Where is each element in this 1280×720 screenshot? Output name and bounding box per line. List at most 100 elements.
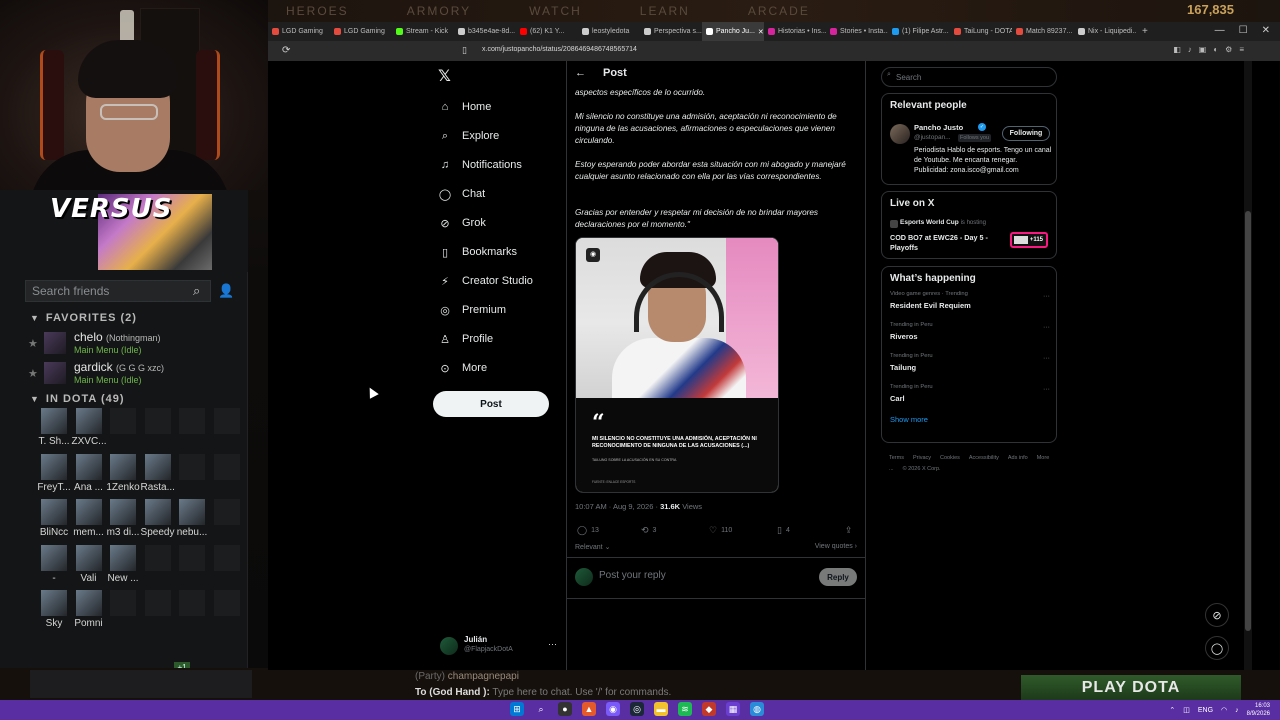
friend-grid-item[interactable] bbox=[210, 590, 244, 634]
volume-icon[interactable]: ♪ bbox=[1235, 707, 1239, 714]
friends-search-input[interactable]: Search friends bbox=[25, 280, 211, 302]
post-time[interactable]: 10:07 AM · Aug 9, 2026 · bbox=[575, 502, 658, 511]
live-host[interactable]: Esports World Cup is hosting bbox=[900, 219, 986, 226]
footer-link[interactable]: Privacy bbox=[913, 455, 931, 461]
friend-grid-item[interactable] bbox=[141, 545, 175, 589]
browser-tab[interactable]: (62) K1 Y... bbox=[516, 22, 578, 41]
extension-icon[interactable]: ♪ bbox=[1188, 45, 1192, 54]
in-dota-header[interactable]: ▼ IN DOTA (49) bbox=[30, 393, 125, 405]
wifi-icon[interactable]: ◠ bbox=[1221, 706, 1227, 714]
reply-button[interactable]: Reply bbox=[819, 568, 857, 586]
friend-grid-item[interactable] bbox=[210, 408, 244, 452]
browser-tab[interactable]: TaiLung - DOTA... bbox=[950, 22, 1012, 41]
share-action[interactable]: ⇪ bbox=[845, 525, 853, 536]
relevant-person-name[interactable]: Pancho Justo bbox=[914, 123, 963, 132]
messages-floating-button[interactable]: ◯ bbox=[1205, 636, 1229, 660]
friend-grid-item[interactable]: T. Sh... bbox=[37, 408, 71, 452]
menu-icon[interactable]: ≡ bbox=[1239, 45, 1244, 54]
app-grid-icon[interactable]: ▦ bbox=[726, 702, 740, 716]
browser-tab[interactable]: Nix - Liquipedi... bbox=[1074, 22, 1136, 41]
trend-item[interactable]: Video game genres · Trending Resident Evi… bbox=[890, 291, 1050, 319]
footer-link[interactable]: © 2026 X Corp. bbox=[903, 466, 941, 472]
play-dota-button[interactable]: PLAY DOTA bbox=[1021, 675, 1241, 700]
friend-grid-item[interactable]: mem... bbox=[72, 499, 106, 543]
friend-grid-item[interactable]: Ana ... bbox=[72, 454, 106, 498]
browser-tab[interactable]: leostyledota bbox=[578, 22, 640, 41]
extension-icon[interactable]: ⚙ bbox=[1225, 45, 1232, 54]
nav-item-more[interactable]: ⊙ More bbox=[438, 358, 487, 378]
nav-item-home[interactable]: ⌂ Home bbox=[438, 97, 492, 117]
sort-replies-dropdown[interactable]: Relevant ⌄ bbox=[575, 543, 610, 551]
nav-item-chat[interactable]: ◯ Chat bbox=[438, 184, 485, 204]
live-listeners-badge[interactable]: +115 bbox=[1010, 232, 1048, 248]
friend-grid-item[interactable] bbox=[141, 590, 175, 634]
chevron-up-icon[interactable]: ⌃ bbox=[1169, 706, 1175, 714]
brave-icon[interactable]: ▲ bbox=[582, 702, 596, 716]
browser-tab[interactable]: Stories • Insta... bbox=[826, 22, 888, 41]
app-icon[interactable]: ● bbox=[558, 702, 572, 716]
folder-icon[interactable]: ▬ bbox=[654, 702, 668, 716]
repost-action[interactable]: ⟲ 3 bbox=[641, 525, 656, 536]
friend-grid-item[interactable] bbox=[175, 590, 209, 634]
friend-grid-item[interactable]: nebu... bbox=[175, 499, 209, 543]
ellipsis-icon[interactable]: ··· bbox=[1043, 324, 1050, 331]
friend-grid-item[interactable]: Rasta... bbox=[141, 454, 175, 498]
start-icon[interactable]: ⊞ bbox=[510, 702, 524, 716]
friend-grid-item[interactable] bbox=[175, 545, 209, 589]
friend-grid-item[interactable]: Sky bbox=[37, 590, 71, 634]
search-icon[interactable]: ⌕ bbox=[193, 283, 200, 299]
friend-grid-item[interactable] bbox=[106, 590, 140, 634]
game-menu-heroes[interactable]: HEROES bbox=[286, 4, 349, 18]
game-menu-armory[interactable]: ARMORY bbox=[407, 4, 471, 18]
spotify-icon[interactable]: ≋ bbox=[678, 702, 692, 716]
ellipsis-icon[interactable]: ··· bbox=[1043, 355, 1050, 362]
reload-icon[interactable]: ⟳ bbox=[282, 45, 290, 56]
nav-item-grok[interactable]: ⊘ Grok bbox=[438, 213, 485, 233]
friend-grid-item[interactable] bbox=[106, 408, 140, 452]
browser-tab[interactable]: Pancho Ju... ✕ bbox=[702, 22, 764, 41]
url-field[interactable]: x.com/justopancho/status/208646948674856… bbox=[478, 44, 958, 58]
close-icon[interactable]: ✕ bbox=[1262, 25, 1270, 36]
post-image[interactable]: ◉ “ MI SILENCIO NO CONSTITUYE UNA ADMISI… bbox=[575, 237, 779, 493]
trend-item[interactable]: Trending in Peru Carl ··· bbox=[890, 384, 1050, 412]
browser-tab[interactable]: Perspectiva s... bbox=[640, 22, 702, 41]
extension-icon[interactable]: ◧ bbox=[1173, 45, 1181, 54]
browser-tab[interactable]: Historias • Ins... bbox=[764, 22, 826, 41]
game-chat-input[interactable]: To (God Hand ): Type here to chat. Use '… bbox=[415, 687, 671, 698]
friend-grid-item[interactable] bbox=[175, 408, 209, 452]
avatar[interactable] bbox=[890, 124, 910, 144]
steam-icon[interactable]: ◎ bbox=[630, 702, 644, 716]
post-button[interactable]: Post bbox=[433, 391, 549, 417]
extension-icon[interactable]: ◐ bbox=[1213, 45, 1218, 54]
game-menu-watch[interactable]: WATCH bbox=[529, 4, 582, 18]
nav-item-profile[interactable]: ♙ Profile bbox=[438, 329, 493, 349]
friend-grid-item[interactable]: New ... bbox=[106, 545, 140, 589]
star-icon[interactable]: ★ bbox=[28, 337, 38, 350]
nav-item-notifications[interactable]: ♫ Notifications bbox=[438, 155, 522, 175]
new-tab-plus-icon[interactable]: + bbox=[1136, 26, 1154, 37]
reply-input[interactable]: Post your reply bbox=[599, 570, 666, 581]
friend-grid-item[interactable] bbox=[210, 499, 244, 543]
dota-icon[interactable]: ◆ bbox=[702, 702, 716, 716]
friend-grid-item[interactable] bbox=[210, 545, 244, 589]
app-icon[interactable]: ◍ bbox=[750, 702, 764, 716]
scrollbar-thumb[interactable] bbox=[1245, 211, 1251, 631]
clock[interactable]: 16:03 8/9/2026 bbox=[1247, 702, 1270, 718]
like-action[interactable]: ♡ 110 bbox=[709, 525, 732, 536]
friend-grid-item[interactable]: FreyT... bbox=[37, 454, 71, 498]
friend-grid-item[interactable] bbox=[210, 454, 244, 498]
minimize-icon[interactable]: — bbox=[1215, 25, 1225, 36]
live-stream-title[interactable]: COD BO7 at EWC26 - Day 5 - Playoffs bbox=[890, 233, 1000, 253]
close-tab-icon[interactable]: ✕ bbox=[758, 28, 764, 36]
nav-item-explore[interactable]: ⌕ Explore bbox=[438, 126, 499, 146]
trend-item[interactable]: Trending in Peru Tailung ··· bbox=[890, 353, 1050, 381]
add-friend-icon[interactable]: 👤 bbox=[218, 283, 234, 299]
trend-item[interactable]: Trending in Peru Riveros ··· bbox=[890, 322, 1050, 350]
ellipsis-icon[interactable]: ··· bbox=[1043, 293, 1050, 300]
page-scrollbar[interactable] bbox=[1244, 61, 1252, 670]
ellipsis-icon[interactable]: ··· bbox=[1043, 386, 1050, 393]
game-menu-arcade[interactable]: ARCADE bbox=[748, 4, 810, 18]
friend-grid-item[interactable]: 1Zenko bbox=[106, 454, 140, 498]
friend-row[interactable]: ★ chelo (Nothingman) Main Menu (Idle) bbox=[28, 330, 238, 358]
back-arrow-icon[interactable]: ← bbox=[575, 67, 586, 79]
